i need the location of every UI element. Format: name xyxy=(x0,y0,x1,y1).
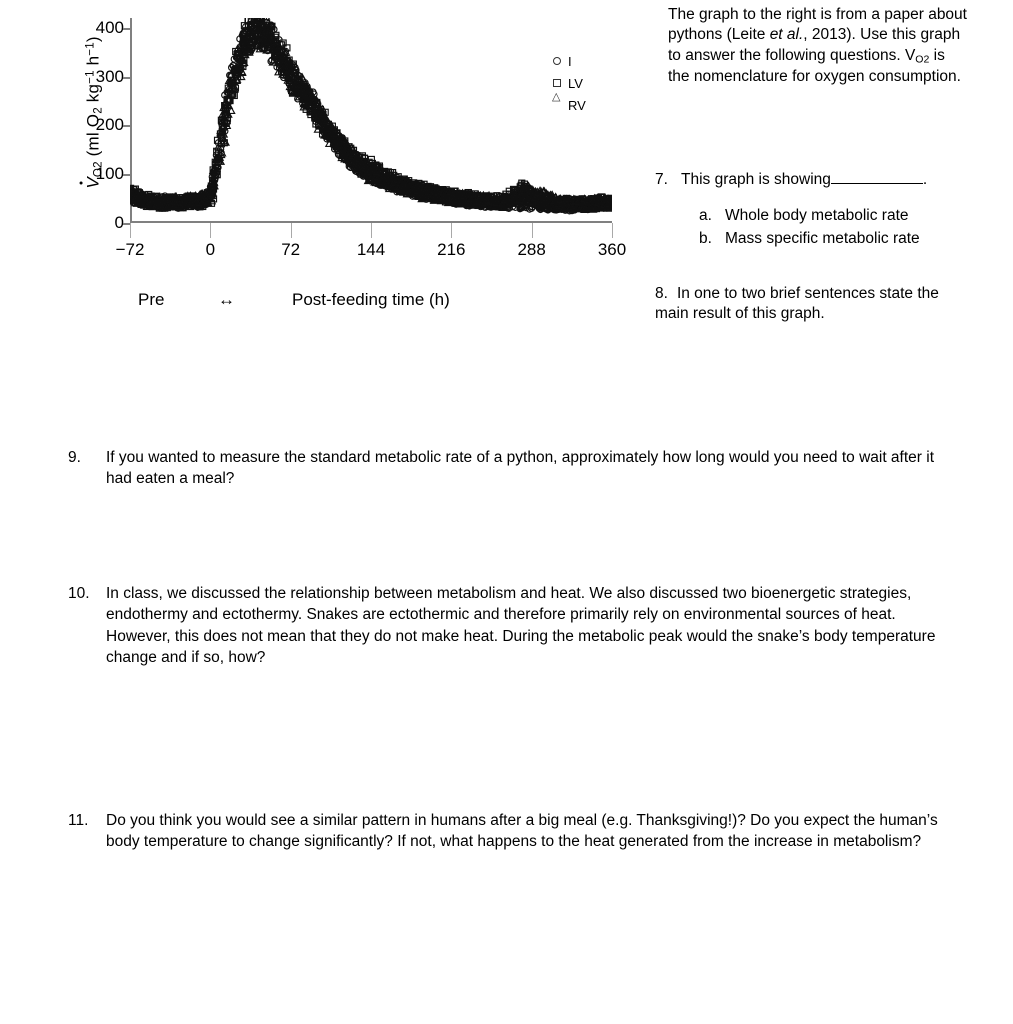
circle-marker-icon xyxy=(552,55,566,67)
axes: −72 0 72 144 216 288 360 xyxy=(116,18,626,259)
y-tick-mark xyxy=(123,174,130,177)
question-7-choices: a. Whole body metabolic rate b. Mass spe… xyxy=(699,206,975,249)
legend-item-rv: RV xyxy=(552,92,632,116)
question-7: 7. This graph is showing. a. Whole body … xyxy=(655,170,975,251)
choice-b-letter: b. xyxy=(699,229,712,247)
question-7-stem: This graph is showing. xyxy=(681,170,927,190)
question-11: 11. Do you think you would see a similar… xyxy=(68,810,958,853)
double-arrow-icon: ↔ xyxy=(218,290,235,309)
scatter-points xyxy=(130,18,612,223)
x-tick-mark xyxy=(612,223,613,238)
x-tick-label: 72 xyxy=(281,240,301,259)
choice-b-text: Mass specific metabolic rate xyxy=(725,229,920,247)
y-tick-mark xyxy=(123,223,130,225)
y-tick-label: 0 xyxy=(114,213,124,232)
y-tick-mark xyxy=(123,27,130,30)
intro-paragraph: The graph to the right is from a paper a… xyxy=(668,5,968,88)
legend-label-rv: RV xyxy=(568,97,586,113)
y-tick-mark xyxy=(123,125,130,128)
legend-item-i: I xyxy=(552,50,632,72)
choice-a-text: Whole body metabolic rate xyxy=(725,207,909,225)
question-8-number: 8. xyxy=(655,285,668,302)
legend-label-lv: LV xyxy=(568,75,583,91)
question-7-choice-b[interactable]: b. Mass specific metabolic rate xyxy=(699,229,975,249)
intro-vo2-subscript: O2 xyxy=(915,53,930,66)
chart-legend: I LV RV xyxy=(552,50,632,116)
question-9: 9. If you wanted to measure the standard… xyxy=(68,447,958,490)
x-tick-mark xyxy=(371,223,372,238)
scatter-svg xyxy=(130,18,612,215)
question-7-number: 7. xyxy=(655,171,668,188)
x-tick-label: 360 xyxy=(597,240,627,259)
question-11-text: Do you think you would see a similar pat… xyxy=(106,812,938,851)
question-10-text: In class, we discussed the relationship … xyxy=(106,585,936,667)
triangle-marker-icon xyxy=(552,92,566,111)
x-tick-label: 216 xyxy=(437,240,466,259)
x-tick-label: 0 xyxy=(205,240,216,259)
x-axis-pre-label: Pre xyxy=(138,290,165,309)
x-axis-label: Post-feeding time (h) xyxy=(292,290,450,309)
y-tick-label: 200 xyxy=(95,115,124,135)
y-tick-label: 300 xyxy=(95,66,124,86)
y-tick-labels: 0 100 200 300 400 xyxy=(78,17,124,231)
x-tick-label: 144 xyxy=(356,240,386,259)
x-tick-mark xyxy=(451,223,453,238)
y-tick-label: 400 xyxy=(95,17,124,37)
choice-a-letter: a. xyxy=(699,207,712,225)
question-7-stem-text: This graph is showing xyxy=(681,171,831,188)
plot-area: VO2 (ml O2 kg−1 h−1) 0 100 200 300 400 −72 0 7… xyxy=(40,18,640,278)
x-tick-mark xyxy=(210,223,212,238)
question-10: 10. In class, we discussed the relations… xyxy=(68,583,958,669)
question-9-text: If you wanted to measure the standard me… xyxy=(106,449,935,488)
question-8-text: In one to two brief sentences state the … xyxy=(655,285,939,323)
legend-item-lv: LV xyxy=(552,72,632,94)
legend-label-i: I xyxy=(568,53,572,69)
x-tick-mark xyxy=(130,223,131,238)
y-tick-label: 100 xyxy=(95,164,124,184)
square-marker-icon xyxy=(552,77,566,89)
question-7-blank[interactable] xyxy=(830,170,923,184)
x-tick-mark xyxy=(531,223,533,238)
intro-et-al: et al. xyxy=(769,26,804,44)
question-7-stem-row: 7. This graph is showing. xyxy=(655,170,975,190)
question-11-number: 11. xyxy=(68,812,89,829)
python-vo2-figure: VO2 (ml O2 kg−1 h−1) 0 100 200 300 400 −72 0 7… xyxy=(40,18,640,328)
x-tick-label: 288 xyxy=(517,240,546,259)
question-9-number: 9. xyxy=(68,449,81,466)
question-7-choice-a[interactable]: a. Whole body metabolic rate xyxy=(699,206,975,226)
y-tick-mark xyxy=(123,76,130,79)
question-10-number: 10. xyxy=(68,585,90,602)
question-7-period: . xyxy=(922,171,928,188)
x-tick-label: −72 xyxy=(115,240,145,259)
x-axis-caption-row: Pre ↔ Post-feeding time (h) xyxy=(130,290,612,316)
question-8: 8. In one to two brief sentences state th… xyxy=(655,284,975,325)
x-tick-mark xyxy=(290,223,292,238)
